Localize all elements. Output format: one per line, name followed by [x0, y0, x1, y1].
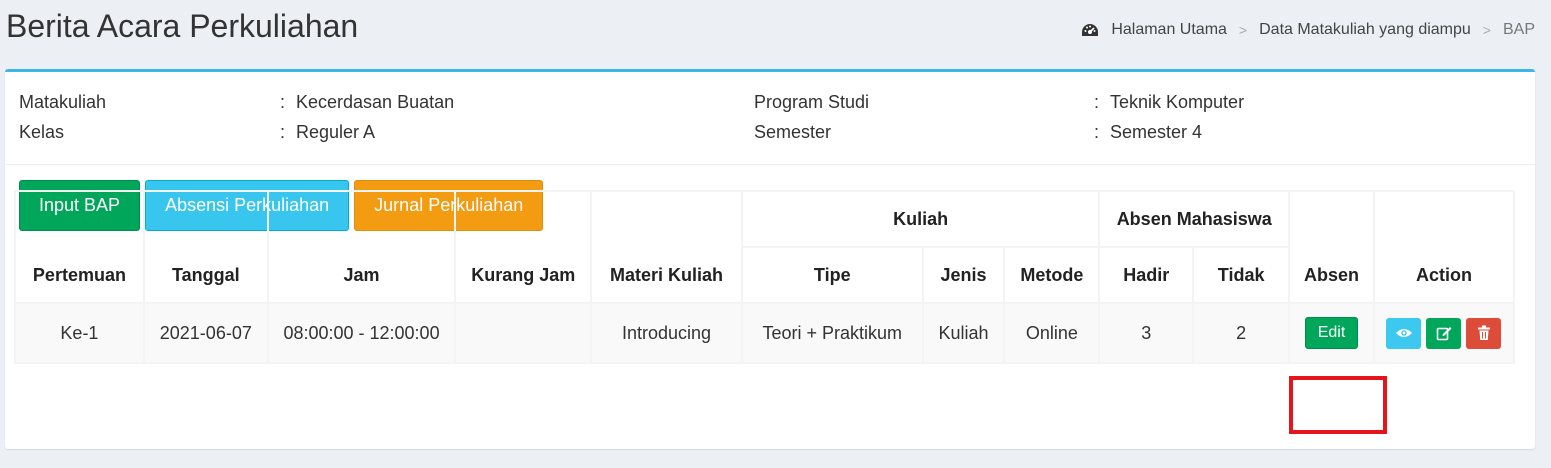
delete-button[interactable] [1466, 317, 1502, 349]
header-kurang-jam: Kurang Jam [454, 190, 593, 304]
header-absen: Absen [1288, 190, 1375, 304]
breadcrumb-separator: > [1238, 22, 1248, 38]
header-tanggal: Tanggal [142, 190, 269, 304]
bap-table: Pertemuan Tanggal Jam Kurang Jam Materi … [14, 190, 1516, 364]
breadcrumb-current: BAP [1502, 21, 1535, 38]
cell-materi: Introducing [590, 302, 743, 364]
colon: : [1094, 122, 1100, 142]
header-pertemuan: Pertemuan [14, 190, 145, 304]
header-hadir: Hadir [1098, 246, 1195, 304]
prodi-label: Program Studi [754, 92, 870, 112]
header-materi: Materi Kuliah [590, 190, 743, 304]
breadcrumb-home[interactable]: Halaman Utama [1111, 21, 1227, 39]
header-tipe: Tipe [740, 246, 924, 304]
matakuliah-label: Matakuliah [19, 92, 107, 112]
semester-value: Semester 4 [1110, 122, 1203, 142]
kelas-value: Reguler A [296, 122, 376, 142]
cell-action [1372, 302, 1516, 364]
header-metode: Metode [1003, 246, 1101, 304]
eye-icon [1395, 329, 1412, 337]
colon: : [280, 122, 286, 142]
header-jam: Jam [266, 190, 457, 304]
absen-edit-button[interactable]: Edit [1304, 317, 1359, 349]
edit-button[interactable] [1426, 317, 1462, 349]
cell-pertemuan: Ke-1 [14, 302, 145, 364]
breadcrumb-separator: > [1482, 22, 1491, 38]
cell-absen: Edit [1288, 302, 1375, 364]
breadcrumb-matakuliah[interactable]: Data Matakuliah yang diampu [1259, 21, 1471, 39]
header-absen-mahasiswa: Absen Mahasiswa [1098, 190, 1291, 248]
semester-label: Semester [754, 122, 832, 142]
header-jenis: Jenis [921, 246, 1006, 304]
colon: : [280, 92, 286, 112]
view-button[interactable] [1386, 317, 1422, 349]
cell-jam: 08:00:00 - 12:00:00 [266, 302, 457, 364]
cell-kurang-jam [454, 302, 593, 364]
trash-icon [1477, 325, 1490, 340]
header-action: Action [1372, 190, 1516, 304]
course-info: Matakuliah : Kecerdasan Buatan Program S… [5, 72, 1535, 165]
kelas-label: Kelas [19, 122, 65, 142]
page-title: Berita Acara Perkuliahan [6, 8, 359, 44]
cell-tidak: 2 [1192, 302, 1291, 364]
highlight-box [1289, 376, 1387, 434]
page-header: Berita Acara Perkuliahan Halaman Utama >… [0, 0, 1551, 64]
row-actions [1386, 317, 1502, 349]
info-row: Matakuliah : Kecerdasan Buatan Program S… [5, 92, 1535, 122]
matakuliah-value: Kecerdasan Buatan [296, 92, 455, 112]
cell-tanggal: 2021-06-07 [142, 302, 269, 364]
header-kuliah: Kuliah [740, 190, 1101, 248]
cell-jenis: Kuliah [921, 302, 1006, 364]
pencil-square-icon [1436, 327, 1452, 341]
cell-hadir: 3 [1098, 302, 1195, 364]
colon: : [1094, 92, 1100, 112]
info-row: Kelas : Reguler A Semester : Semester 4 [5, 122, 1535, 152]
cell-tipe: Teori + Praktikum [740, 302, 924, 364]
table-row: Ke-1 2021-06-07 08:00:00 - 12:00:00 Intr… [14, 302, 1516, 364]
breadcrumb: Halaman Utama > Data Matakuliah yang dia… [1081, 21, 1535, 39]
header-tidak: Tidak [1192, 246, 1291, 304]
prodi-value: Teknik Komputer [1110, 92, 1245, 112]
dashboard-icon [1082, 24, 1099, 36]
cell-metode: Online [1003, 302, 1101, 364]
